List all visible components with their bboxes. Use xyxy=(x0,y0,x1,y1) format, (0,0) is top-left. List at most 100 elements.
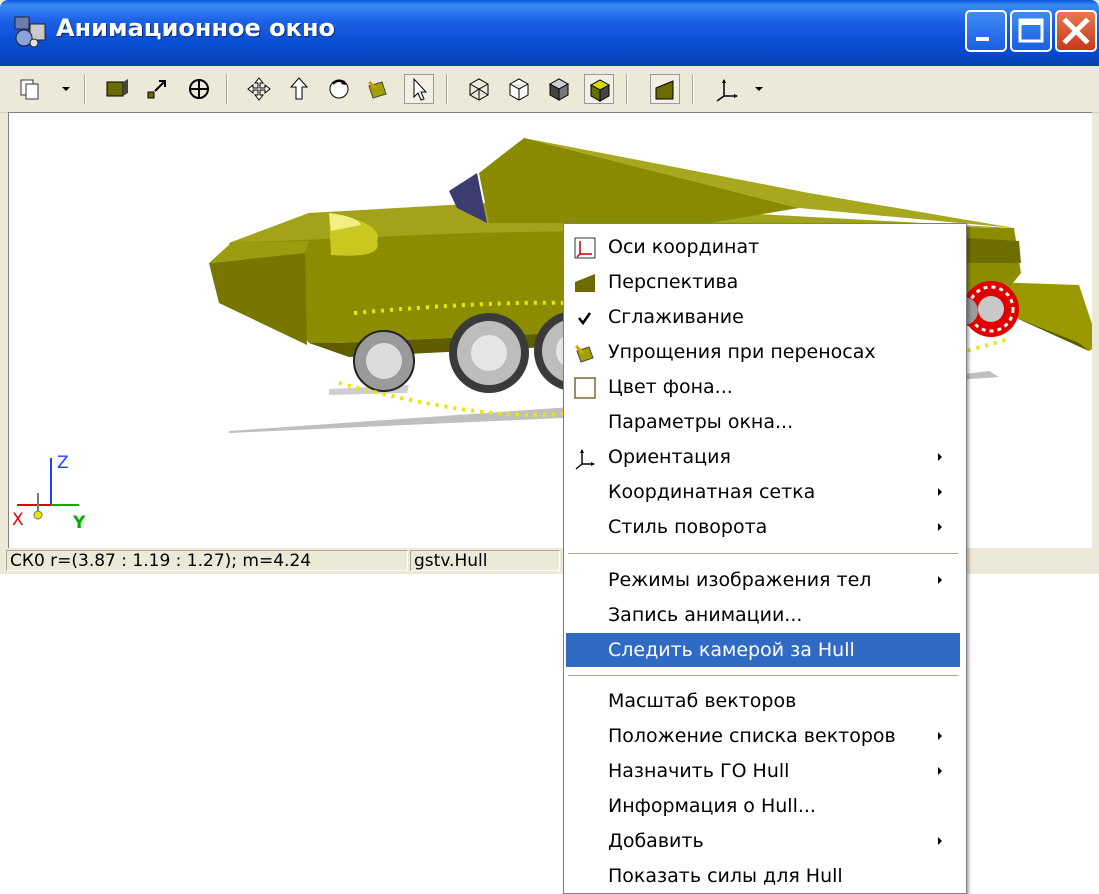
menu-item-label: Назначить ГО Hull xyxy=(608,760,790,782)
axes-dropdown-arrow[interactable] xyxy=(755,87,763,91)
color-swatch-icon xyxy=(574,377,596,399)
menu-item-label: Добавить xyxy=(608,830,704,852)
up-arrow-icon xyxy=(289,77,309,100)
submenu-arrow-icon xyxy=(938,576,942,584)
status-object: gstv.Hull xyxy=(410,550,560,571)
menu-item-window-params[interactable]: Параметры окна... xyxy=(566,405,960,439)
rotate-tool-button[interactable] xyxy=(324,74,354,104)
perspective-icon xyxy=(575,274,595,292)
menu-item-label: Оси координат xyxy=(608,236,760,258)
submenu-arrow-icon xyxy=(938,488,942,496)
wireframe-view-button[interactable] xyxy=(464,74,494,104)
menu-separator xyxy=(568,553,958,555)
simplify-icon xyxy=(574,344,594,363)
menu-item-info[interactable]: Информация о Hull... xyxy=(566,789,960,823)
pointer-icon xyxy=(413,77,428,101)
copy-button[interactable] xyxy=(14,74,44,104)
menu-item-label: Информация о Hull... xyxy=(608,795,816,817)
shaded-cube-icon xyxy=(548,78,570,101)
menu-item-label: Упрощения при переносах xyxy=(608,341,876,363)
submenu-arrow-icon xyxy=(938,453,942,461)
menu-item-grid[interactable]: Координатная сетка xyxy=(566,475,960,509)
box-tool-button[interactable] xyxy=(102,74,132,104)
menu-item-label: Координатная сетка xyxy=(608,481,816,503)
menu-item-label: Ориентация xyxy=(608,446,731,468)
toolbar-separator xyxy=(692,74,694,104)
minimize-icon xyxy=(976,37,989,41)
menu-item-rotation-style[interactable]: Стиль поворота xyxy=(566,510,960,544)
menu-item-label: Положение списка векторов xyxy=(608,725,896,747)
menu-item-body-display-modes[interactable]: Режимы изображения тел xyxy=(566,563,960,597)
menu-item-add[interactable]: Добавить xyxy=(566,824,960,858)
menu-item-vector-scale[interactable]: Масштаб векторов xyxy=(566,684,960,718)
resize-icon xyxy=(147,80,166,99)
menu-item-record-animation[interactable]: Запись анимации... xyxy=(566,598,960,632)
menu-item-label: Цвет фона... xyxy=(608,376,733,398)
menu-item-label: Запись анимации... xyxy=(608,604,803,626)
context-menu: Оси координат Перспектива Сглаживание Уп… xyxy=(563,223,967,894)
move-icon xyxy=(247,77,271,101)
perspective-button[interactable] xyxy=(650,74,680,104)
axis-x-label: X xyxy=(12,510,24,530)
menu-item-label: Стиль поворота xyxy=(608,516,768,538)
submenu-arrow-icon xyxy=(938,837,942,845)
maximize-icon xyxy=(1018,18,1044,43)
menu-item-follow-camera[interactable]: Следить камерой за Hull xyxy=(566,633,960,667)
title-bar[interactable]: Анимационное окно xyxy=(0,0,1099,66)
menu-item-label: Режимы изображения тел xyxy=(608,569,872,591)
menu-item-perspective[interactable]: Перспектива xyxy=(566,265,960,299)
up-tool-button[interactable] xyxy=(284,74,314,104)
simplify-tool-button[interactable] xyxy=(364,74,394,104)
checkmark-icon xyxy=(578,312,592,326)
menu-item-show-forces[interactable]: Показать силы для Hull xyxy=(566,859,960,893)
menu-item-vector-list-position[interactable]: Положение списка векторов xyxy=(566,719,960,753)
menu-item-label: Следить камерой за Hull xyxy=(608,639,855,661)
app-icon xyxy=(14,16,46,48)
copy-dropdown-arrow[interactable] xyxy=(62,87,70,91)
submenu-arrow-icon xyxy=(938,732,942,740)
toolbar xyxy=(0,66,1099,113)
toolbar-separator xyxy=(446,74,448,104)
minimize-button[interactable] xyxy=(965,10,1007,52)
crosshair-tool-button[interactable] xyxy=(184,74,214,104)
menu-item-label: Сглаживание xyxy=(608,306,744,328)
resize-tool-button[interactable] xyxy=(142,74,172,104)
crosshair-icon xyxy=(189,79,209,99)
menu-item-assign-go[interactable]: Назначить ГО Hull xyxy=(566,754,960,788)
perspective-icon xyxy=(655,80,674,100)
solid-cube-icon xyxy=(589,79,611,102)
menu-item-smoothing[interactable]: Сглаживание xyxy=(566,300,960,334)
move-tool-button[interactable] xyxy=(244,74,274,104)
toolbar-separator xyxy=(626,74,628,104)
menu-item-label: Перспектива xyxy=(608,271,739,293)
pointer-tool-button[interactable] xyxy=(404,74,434,104)
menu-separator xyxy=(568,675,958,677)
toolbar-separator xyxy=(84,74,86,104)
shaded-view-button[interactable] xyxy=(544,74,574,104)
menu-item-axes[interactable]: Оси координат xyxy=(566,230,960,264)
close-button[interactable] xyxy=(1055,10,1097,52)
submenu-arrow-icon xyxy=(938,523,942,531)
wireframe-cube-icon xyxy=(469,78,489,101)
menu-item-bg-color[interactable]: Цвет фона... xyxy=(566,370,960,404)
outline-cube-icon xyxy=(509,78,529,101)
axes-icon xyxy=(716,79,738,102)
menu-item-simplify[interactable]: Упрощения при переносах xyxy=(566,335,960,369)
submenu-arrow-icon xyxy=(938,767,942,775)
axis-z-label: Z xyxy=(57,453,69,473)
menu-item-label: Параметры окна... xyxy=(608,411,794,433)
copy-icon xyxy=(20,79,39,100)
solid-view-button[interactable] xyxy=(584,74,614,104)
menu-item-label: Показать силы для Hull xyxy=(608,865,843,887)
close-icon xyxy=(1062,17,1090,45)
maximize-button[interactable] xyxy=(1010,10,1052,52)
rotate-icon xyxy=(329,79,349,99)
menu-item-orientation[interactable]: Ориентация xyxy=(566,440,960,474)
status-coords: СК0 r=(3.87 : 1.19 : 1.27); m=4.24 xyxy=(6,550,408,571)
axes-button[interactable] xyxy=(712,74,742,104)
toolbar-separator xyxy=(226,74,228,104)
outline-view-button[interactable] xyxy=(504,74,534,104)
window-title: Анимационное окно xyxy=(56,14,336,42)
axis-gizmo: Z X Y xyxy=(9,453,119,533)
axes-icon xyxy=(574,237,596,259)
